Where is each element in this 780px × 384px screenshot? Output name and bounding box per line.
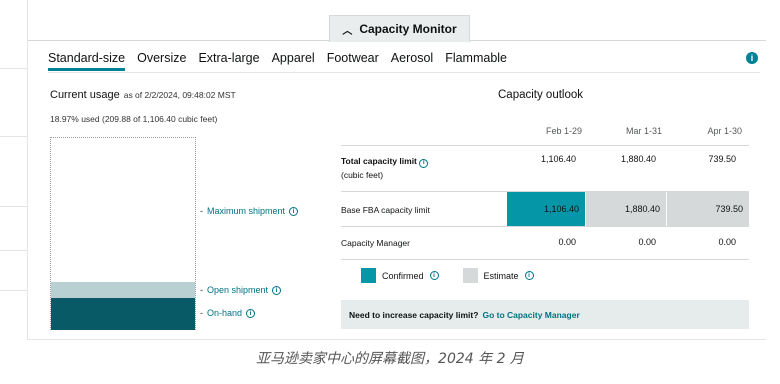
row-divider (341, 259, 749, 260)
rail-divider (0, 68, 28, 69)
tabs-divider (48, 72, 760, 73)
manager-mar: 0.00 (638, 237, 656, 247)
maximum-shipment-label[interactable]: - Maximum shipment i (200, 206, 299, 216)
tab-footwear[interactable]: Footwear (327, 51, 379, 71)
estimate-legend-label: Estimate (483, 270, 519, 281)
column-header: Mar 1-31 (625, 126, 662, 136)
info-icon[interactable]: i (289, 206, 299, 216)
confirmed-swatch (361, 268, 376, 283)
confirmed-legend-label: Confirmed (382, 270, 424, 281)
base-limit-feb: 1,106.40 (507, 192, 585, 226)
info-icon[interactable]: i (246, 308, 256, 318)
column-header: Feb 1-29 (545, 126, 582, 136)
tab-aerosol[interactable]: Aerosol (391, 51, 433, 71)
open-shipment-bar (51, 282, 195, 298)
capacity-gauge (50, 137, 196, 330)
base-limit-mar: 1,880.40 (586, 192, 666, 226)
rail-divider (0, 250, 28, 251)
open-shipment-text: Open shipment (207, 285, 269, 295)
base-fba-label: Base FBA capacity limit (341, 205, 430, 215)
capacity-manager-link[interactable]: Go to Capacity Manager (482, 310, 579, 320)
tab-flammable[interactable]: Flammable (445, 51, 507, 71)
manager-feb: 0.00 (558, 237, 576, 247)
capacity-monitor-screenshot: ︿ Capacity Monitor Standard-size Oversiz… (0, 0, 780, 384)
tab-extra-large[interactable]: Extra-large (198, 51, 259, 71)
on-hand-text: On-hand (207, 308, 243, 318)
rail-divider (0, 290, 28, 291)
tab-standard-size[interactable]: Standard-size (48, 51, 126, 71)
info-icon[interactable]: i (524, 271, 534, 280)
estimate-swatch (462, 268, 478, 283)
outlook-legend: Confirmed i Estimate i (361, 268, 534, 283)
capacity-monitor-title: Capacity Monitor (359, 22, 457, 36)
info-icon[interactable]: i (419, 158, 429, 168)
capacity-monitor-toggle[interactable]: ︿ Capacity Monitor (329, 15, 470, 42)
left-rail (0, 0, 28, 340)
on-hand-bar (51, 298, 195, 330)
total-limit-mar: 1,880.40 (620, 154, 656, 164)
total-capacity-label: Total capacity limit i (cubic feet) (341, 154, 429, 182)
total-capacity-title: Total capacity limit (341, 156, 417, 166)
usage-summary: 18.97% used (209.88 of 1,106.40 cubic fe… (50, 114, 218, 124)
manager-apr: 0.00 (718, 237, 736, 247)
info-icon[interactable]: i (429, 271, 439, 280)
rail-divider (0, 136, 28, 137)
on-hand-label[interactable]: - On-hand i (200, 308, 256, 318)
info-icon[interactable]: i (746, 52, 758, 64)
increase-capacity-banner: Need to increase capacity limit? Go to C… (341, 300, 749, 329)
panel-bottom-border (28, 339, 766, 340)
tab-oversize[interactable]: Oversize (137, 51, 186, 71)
storage-type-tabs: Standard-size Oversize Extra-large Appar… (48, 51, 507, 71)
image-caption: 亚马逊卖家中心的屏幕截图，2024 年 2 月 (256, 351, 524, 367)
info-icon[interactable]: i (272, 285, 282, 295)
row-divider (341, 145, 749, 146)
row-divider (341, 226, 749, 227)
rail-divider (0, 206, 28, 207)
total-limit-apr: 739.50 (708, 154, 736, 164)
total-limit-feb: 1,106.40 (540, 154, 576, 164)
chevron-up-icon: ︿ (342, 25, 353, 37)
total-capacity-unit: (cubic feet) (341, 170, 384, 180)
column-header: Apr 1-30 (707, 126, 742, 136)
open-shipment-label[interactable]: - Open shipment i (200, 285, 282, 295)
tab-apparel[interactable]: Apparel (272, 51, 315, 71)
capacity-outlook-title: Capacity outlook (498, 89, 584, 101)
current-usage-heading: Current usage as of 2/2/2024, 09:48:02 MS… (50, 89, 236, 101)
usage-timestamp: as of 2/2/2024, 09:48:02 MST (123, 90, 236, 100)
increase-capacity-text: Need to increase capacity limit? (349, 309, 479, 320)
current-usage-title: Current usage (50, 89, 120, 101)
capacity-manager-label: Capacity Manager (341, 238, 410, 248)
base-limit-apr: 739.50 (667, 192, 749, 226)
maximum-shipment-text: Maximum shipment (207, 206, 286, 216)
